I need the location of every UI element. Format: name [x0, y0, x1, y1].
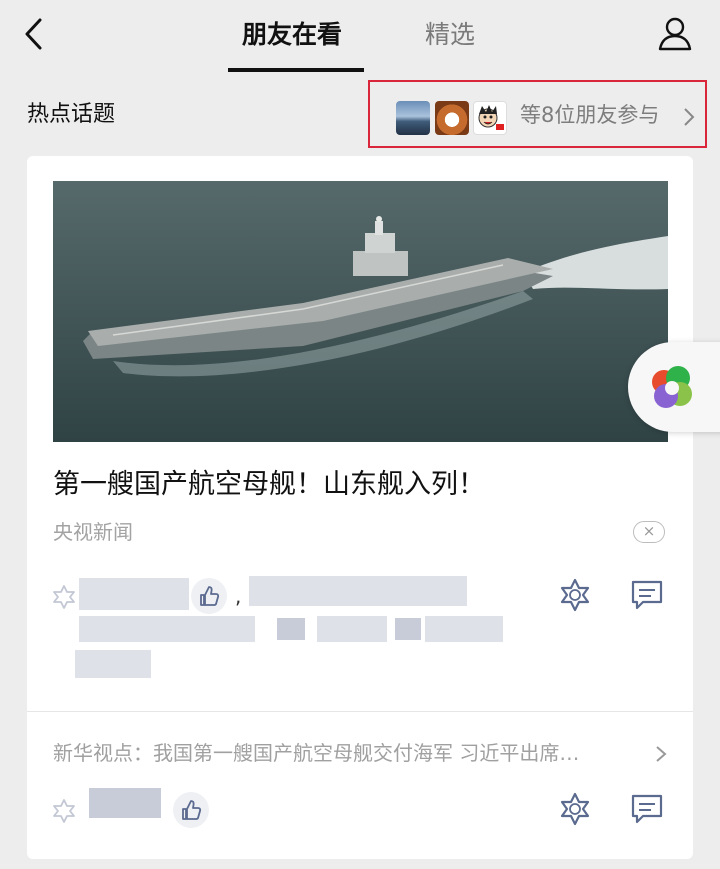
like-badge [173, 792, 209, 828]
friend-avatar [435, 101, 469, 135]
active-tab-indicator [228, 68, 364, 72]
friends-count-label: 等8位朋友参与 [520, 103, 660, 127]
thumbs-up-icon [200, 586, 220, 606]
wow-star-icon [53, 799, 75, 823]
friend-avatar [396, 101, 430, 135]
blurred-friend-name [79, 578, 189, 610]
chevron-left-icon[interactable] [18, 14, 50, 54]
blurred-friend-name [317, 616, 387, 642]
dismiss-button[interactable]: × [633, 521, 665, 543]
top-nav-bar: 朋友在看 精选 [0, 0, 720, 72]
hot-topic-title: 热点话题 [27, 102, 116, 127]
article-headline[interactable]: 第一艘国产航空母舰！山东舰入列！ [53, 466, 485, 504]
thumbs-up-icon [182, 800, 202, 820]
related-article-link[interactable]: 新华视点：我国第一艘国产航空母舰交付海军 习近平出席… [53, 739, 579, 767]
article-source: 央视新闻 [53, 520, 133, 544]
chevron-right-icon [684, 108, 695, 126]
friends-participating-button[interactable]: 等8位朋友参与 [368, 80, 707, 148]
tab-friends-watching[interactable]: 朋友在看 [242, 18, 342, 52]
blurred-friend-name [395, 618, 421, 640]
card-divider [27, 711, 693, 712]
comment-icon[interactable] [629, 792, 665, 826]
app-logo-icon [652, 366, 692, 408]
wow-star-icon [53, 585, 75, 609]
article-card[interactable]: 第一艘国产航空母舰！山东舰入列！ 央视新闻 × , 新华视点：我国第一艘国产航空… [27, 156, 693, 859]
wow-star-icon[interactable] [558, 578, 592, 612]
wow-star-icon[interactable] [558, 792, 592, 826]
hot-topic-row: 热点话题 等8位朋友参与 [0, 74, 720, 156]
close-icon: × [642, 522, 656, 540]
blurred-friend-name [249, 576, 467, 606]
comment-icon[interactable] [629, 578, 665, 612]
friend-avatar [473, 101, 507, 135]
article-cover-image[interactable] [53, 181, 668, 442]
blurred-friend-name [79, 616, 255, 642]
chevron-right-icon [656, 746, 667, 762]
floating-app-button[interactable] [628, 342, 720, 432]
person-icon[interactable] [655, 14, 695, 54]
blurred-friend-name [425, 616, 503, 642]
blurred-friend-name [277, 618, 305, 640]
blurred-friend-name [75, 650, 151, 678]
blurred-friend-name [89, 788, 161, 818]
tab-featured[interactable]: 精选 [425, 18, 475, 52]
separator-comma: , [235, 584, 242, 608]
like-badge [191, 578, 227, 614]
